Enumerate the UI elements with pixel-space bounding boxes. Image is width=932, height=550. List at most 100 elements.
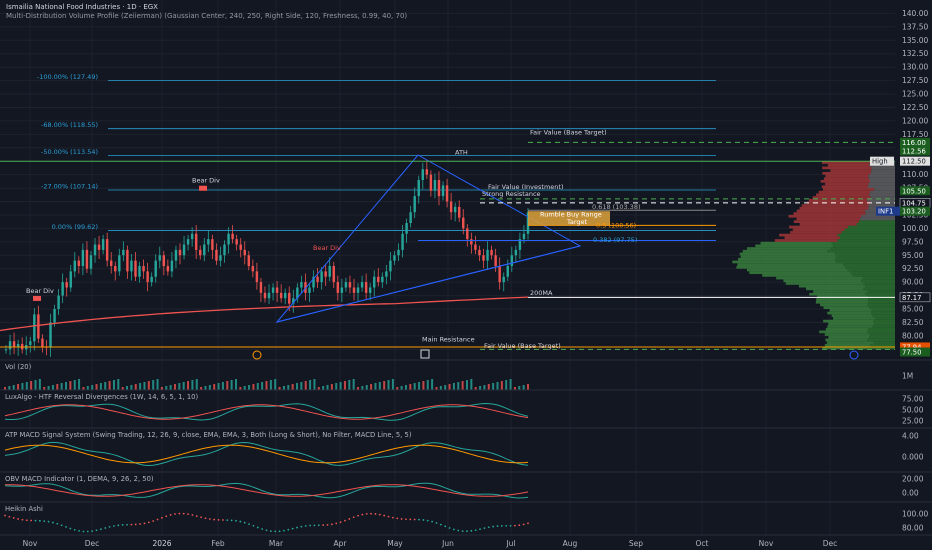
candle (199, 250, 201, 255)
candle (9, 341, 11, 349)
profile-bar (747, 269, 848, 272)
candle (155, 261, 157, 277)
volume-bar (226, 381, 228, 390)
profile-bar (797, 210, 865, 213)
volume-bar (374, 383, 376, 390)
candle (126, 250, 128, 272)
heikin-ashi-dot (283, 530, 285, 532)
heikin-ashi-dot (497, 525, 499, 527)
heikin-ashi-dot (444, 525, 446, 527)
pane-title: LuxAlgo - HTF Reversal Divergences (1W, … (5, 393, 198, 401)
profile-bar (809, 293, 865, 296)
heikin-ashi-dot (83, 531, 85, 533)
profile-bar (831, 169, 872, 172)
profile-bar (833, 245, 895, 248)
volume-bar (126, 386, 128, 390)
heikin-ashi-dot (61, 524, 63, 526)
volume-bar (17, 384, 19, 390)
profile-bar (867, 339, 895, 342)
volume-bar (409, 384, 411, 390)
candle (515, 250, 517, 255)
candle (409, 212, 411, 223)
volume-bar (287, 385, 289, 390)
profile-bar (828, 164, 869, 167)
price-label: 104.75 (902, 199, 926, 207)
fib-label: -68.00% (118.55) (41, 121, 98, 129)
candle (385, 271, 387, 276)
pane-title: Heikin Ashi (5, 505, 43, 513)
profile-bar (785, 236, 840, 239)
x-tick-label: Jun (441, 539, 454, 548)
candle (341, 288, 343, 293)
heikin-ashi-dot (340, 521, 342, 523)
heikin-ashi-dot (423, 519, 425, 521)
candle (466, 228, 468, 239)
heikin-ashi-dot (148, 521, 150, 523)
y-tick-label: 135.00 (902, 36, 928, 45)
profile-bar (873, 314, 895, 317)
candle (300, 282, 302, 287)
heikin-ashi-dot (192, 514, 194, 516)
profile-bar (824, 306, 870, 309)
volume-bar (183, 382, 185, 390)
volume-bar (392, 379, 394, 390)
heikin-ashi-dot (261, 528, 263, 530)
heikin-ashi-dot (296, 527, 298, 529)
heikin-ashi-dot (523, 524, 525, 526)
x-tick-label: Dec (85, 539, 100, 548)
profile-bar (747, 247, 830, 250)
profile-bar (822, 172, 870, 175)
profile-bar (800, 223, 857, 226)
candle (413, 196, 415, 212)
candle (486, 250, 488, 261)
profile-bar (816, 193, 869, 196)
heikin-ashi-dot (300, 526, 302, 528)
chart-annotation: Bear Div (192, 177, 220, 185)
volume-bar (222, 382, 224, 390)
candle (498, 266, 500, 282)
candle (13, 341, 15, 346)
profile-bar (776, 277, 863, 280)
profile-bar (865, 293, 895, 296)
heikin-ashi-dot (109, 526, 111, 528)
heikin-ashi-dot (453, 529, 455, 531)
candle (284, 293, 286, 298)
candle (389, 261, 391, 272)
profile-bar (821, 180, 870, 183)
candle (252, 266, 254, 271)
heikin-ashi-dot (248, 523, 250, 525)
heikin-ashi-dot (244, 522, 246, 524)
candle (248, 255, 250, 266)
candle (171, 261, 173, 272)
candle (333, 266, 335, 282)
heikin-ashi-dot (501, 525, 503, 527)
volume-bar (296, 383, 298, 390)
fib-label: -100.00% (127.49) (37, 73, 98, 81)
profile-bar (761, 242, 832, 245)
volume-bar (69, 381, 71, 390)
heikin-ashi-dot (375, 513, 377, 515)
pane-y-tick: 0.000 (902, 453, 924, 462)
chart-canvas[interactable]: 140.00 137.50 135.00 132.50 130.00 127.50 125.… (0, 0, 932, 550)
heikin-ashi-dot (379, 514, 381, 516)
volume-bar (292, 384, 294, 390)
candle (345, 282, 347, 287)
profile-bar (825, 183, 869, 186)
heikin-ashi-dot (253, 525, 255, 527)
volume-bar (87, 386, 89, 390)
volume-bar (30, 381, 32, 390)
candle (365, 282, 367, 293)
heikin-ashi-dot (505, 525, 507, 527)
heikin-ashi-dot (178, 513, 180, 515)
volume-bar (26, 382, 28, 390)
x-tick-label: Nov (23, 539, 38, 548)
volume-bar (427, 380, 429, 390)
candle (29, 341, 31, 345)
heikin-ashi-dot (170, 514, 172, 516)
volume-bar (174, 384, 176, 390)
profile-bar (737, 263, 843, 266)
heikin-ashi-dot (518, 524, 520, 526)
volume-bar (178, 383, 180, 390)
profile-bar (813, 290, 867, 293)
y-tick-label: 82.50 (902, 318, 924, 327)
